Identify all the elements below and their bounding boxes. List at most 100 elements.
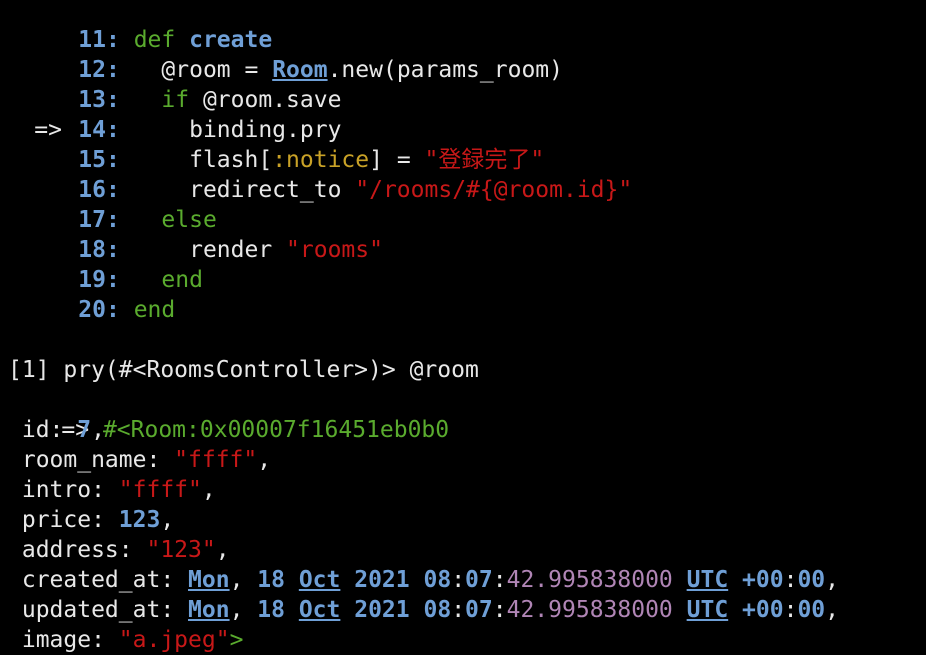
- terminal-window[interactable]: 11: def create 12: @room = Room.new(para…: [0, 0, 926, 655]
- code-line: 19: end: [20, 265, 203, 295]
- code-token: ,: [229, 597, 258, 623]
- code-line: 11: def create: [20, 25, 272, 55]
- code-token: 2021: [354, 567, 410, 593]
- result-header: => #<Room:0x00007f16451eb0b0: [6, 385, 449, 443]
- code-token: end: [161, 267, 203, 293]
- line-number: 16: [78, 177, 106, 203]
- code-token: address:: [8, 537, 147, 563]
- line-number-colon: :: [106, 57, 134, 83]
- line-number: 14: [78, 117, 106, 143]
- code-token: 07: [465, 597, 493, 623]
- code-line: 16: redirect_to "/rooms/#{@room.id}": [20, 175, 632, 205]
- code-token: ,: [825, 567, 840, 593]
- line-number-colon: :: [106, 177, 134, 203]
- code-token: room_name:: [8, 447, 175, 473]
- code-line: 20: end: [20, 295, 175, 325]
- line-number-colon: :: [106, 87, 134, 113]
- code-token: 123: [118, 507, 161, 533]
- code-token: :: [783, 567, 798, 593]
- code-token: @room =: [133, 57, 273, 83]
- attribute-line: updated_at: Mon, 18 Oct 2021 08:07:42.99…: [8, 595, 839, 625]
- code-token: :notice: [272, 147, 370, 173]
- attribute-line: price: 123,: [8, 505, 174, 535]
- code-token: ,: [201, 477, 216, 503]
- code-token: else: [161, 207, 217, 233]
- line-number-colon: :: [106, 117, 134, 143]
- code-line: 12: @room = Room.new(params_room): [20, 55, 563, 85]
- line-number-colon: :: [106, 267, 134, 293]
- line-number-colon: :: [106, 297, 134, 323]
- line-number-colon: :: [106, 237, 134, 263]
- code-token: .new(params_room): [327, 57, 563, 83]
- code-token: @room.save: [189, 87, 342, 113]
- code-token: Mon: [188, 597, 230, 623]
- code-token: updated_at:: [8, 597, 189, 623]
- line-number-colon: :: [106, 27, 134, 53]
- code-line: 13: if @room.save: [20, 85, 341, 115]
- code-token: 08: [423, 567, 452, 593]
- code-token: "rooms": [286, 237, 383, 263]
- code-token: 18: [257, 597, 285, 623]
- line-number: 12: [78, 57, 106, 83]
- code-token: UTC: [686, 567, 729, 593]
- code-token: +00: [742, 597, 784, 623]
- code-token: :: [451, 567, 466, 593]
- code-token: Oct: [298, 567, 341, 593]
- code-token: UTC: [686, 597, 729, 623]
- code-token: "/rooms/#{@room.id}": [355, 177, 633, 203]
- code-token: ,: [215, 537, 230, 563]
- code-token: "ffff": [118, 477, 202, 503]
- code-token: 07: [465, 567, 493, 593]
- result-object-id: #<Room:0x00007f16451eb0b0: [89, 417, 450, 443]
- code-token: flash[: [133, 147, 273, 173]
- code-line: 15: flash[:notice] = "登録完了": [20, 145, 544, 175]
- attribute-line: address: "123",: [8, 535, 230, 565]
- code-token: 08: [423, 597, 452, 623]
- code-token: Oct: [298, 597, 341, 623]
- code-token: Room: [272, 57, 328, 83]
- code-token: "登録完了": [424, 147, 545, 173]
- code-token: Mon: [188, 567, 230, 593]
- code-token: 18: [257, 567, 285, 593]
- code-token: 42.995838000: [506, 567, 673, 593]
- code-token: "123": [146, 537, 216, 563]
- attribute-line: image: "a.jpeg">: [8, 625, 244, 655]
- code-token: ] =: [369, 147, 425, 173]
- line-number-colon: :: [106, 207, 134, 233]
- code-token: +00: [742, 567, 784, 593]
- code-token: :: [783, 597, 798, 623]
- code-token: intro:: [8, 477, 119, 503]
- code-token: >: [229, 627, 244, 653]
- attribute-line: id: 7,: [8, 415, 105, 445]
- code-token: "a.jpeg": [118, 627, 230, 653]
- attribute-line: created_at: Mon, 18 Oct 2021 08:07:42.99…: [8, 565, 839, 595]
- line-number: 19: [78, 267, 106, 293]
- code-token: ,: [91, 417, 105, 443]
- line-number: 13: [78, 87, 106, 113]
- code-token: 00: [797, 597, 826, 623]
- code-token: if: [161, 87, 190, 113]
- code-token: 7: [77, 417, 92, 443]
- code-token: render: [133, 237, 287, 263]
- code-token: 00: [797, 567, 826, 593]
- code-token: :: [492, 567, 507, 593]
- code-token: create: [189, 27, 273, 53]
- line-number-colon: :: [106, 147, 134, 173]
- code-line: 17: else: [20, 205, 217, 235]
- code-token: image:: [8, 627, 119, 653]
- code-token: "ffff": [174, 447, 258, 473]
- line-number: 20: [78, 297, 106, 323]
- code-token: id:: [8, 417, 78, 443]
- code-token: def: [133, 27, 190, 53]
